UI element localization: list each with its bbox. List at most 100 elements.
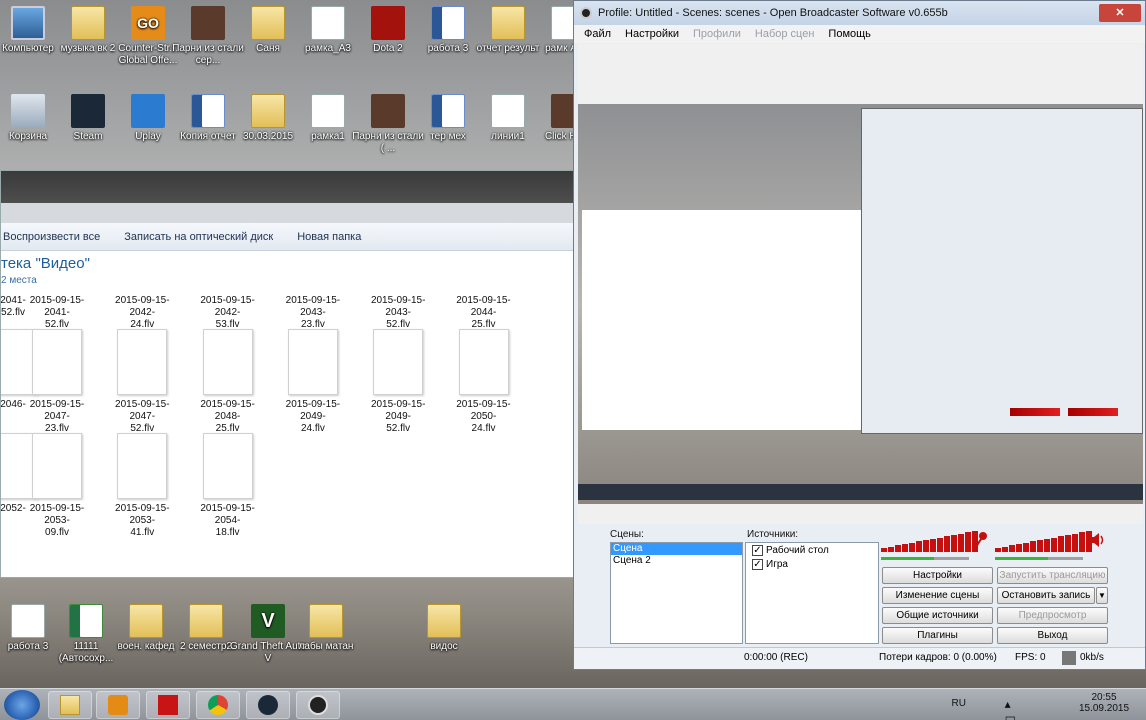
library-locations-link[interactable]: 2 места — [1, 275, 37, 286]
sources-list[interactable]: ✓ Рабочий стол ✓ Игра — [745, 542, 879, 644]
checkbox[interactable]: ✓ — [752, 544, 763, 556]
meter-bar — [1023, 542, 1029, 552]
excel-icon — [69, 604, 103, 638]
source-item[interactable]: ✓ Рабочий стол — [746, 543, 878, 557]
language-indicator[interactable]: RU — [952, 698, 966, 709]
plugins-button[interactable]: Плагины — [882, 627, 993, 644]
video-icon — [371, 94, 405, 128]
word-doc-icon — [191, 94, 225, 128]
document-icon — [311, 94, 345, 128]
meter-bar — [1009, 545, 1015, 552]
steam-icon — [71, 94, 105, 128]
explorer-toolbar: Воспроизвести все Записать на оптический… — [1, 223, 573, 251]
file-icon — [117, 433, 168, 499]
checkbox[interactable]: ✓ — [752, 558, 763, 570]
document-icon — [311, 6, 345, 40]
meter-bar — [916, 541, 922, 552]
file-item[interactable]: 2015-09-15-2049- 24.flv — [273, 329, 353, 435]
taskbar-explorer[interactable] — [48, 691, 92, 719]
recycle-bin-icon — [11, 94, 45, 128]
file-name: 2015-09-15-2043- 52.flv — [370, 295, 426, 330]
desktop-icon-label: видос — [430, 641, 458, 652]
speaker-icon[interactable] — [1088, 531, 1106, 549]
explorer-address-area — [1, 203, 573, 223]
file-item[interactable]: 2015-09-15-2042- 53.flv — [188, 295, 268, 331]
game-icon — [191, 6, 225, 40]
menu-file[interactable]: Файл — [584, 28, 611, 40]
folder-icon — [251, 6, 285, 40]
desktop-icon[interactable]: лабы матан — [288, 604, 364, 653]
file-item[interactable]: 2015-09-15-2049- 52.flv — [358, 329, 438, 435]
settings-button[interactable]: Настройки — [882, 567, 993, 584]
meter-bar — [1051, 537, 1057, 552]
dota-icon — [371, 6, 405, 40]
taskbar: RU ▴ ▭ ◂) 20:55 15.09.2015 — [0, 688, 1146, 720]
meter-bar — [1065, 534, 1071, 552]
start-stream-button[interactable]: Запустить трансляцию — [997, 567, 1108, 584]
taskbar-obs[interactable] — [296, 691, 340, 719]
taskbar-steam[interactable] — [246, 691, 290, 719]
meter-bar — [944, 536, 950, 552]
tray-icons[interactable]: ▴ ▭ ◂) — [1005, 697, 1016, 720]
file-item[interactable]: 2015-09-15-2042- 24.flv — [102, 295, 182, 331]
record-time: 0:00:00 (REC) — [744, 652, 808, 663]
taskbar-pdf[interactable] — [146, 691, 190, 719]
file-item[interactable]: 2015-09-15-2047- 23.flv — [17, 329, 97, 435]
start-button[interactable] — [4, 690, 40, 720]
clock-time: 20:55 — [1091, 692, 1117, 703]
scenes-list[interactable]: Сцена Сцена 2 — [610, 542, 743, 644]
file-item[interactable]: 2015-09-15-2053- 09.flv — [17, 433, 97, 539]
burn-disc-button[interactable]: Записать на оптический диск — [124, 231, 273, 243]
stop-recording-button[interactable]: Остановить запись — [997, 587, 1095, 604]
desktop-icon[interactable]: видос — [406, 604, 482, 653]
file-item[interactable]: 2015-09-15-2043- 23.flv — [273, 295, 353, 331]
taskbar-chrome[interactable] — [196, 691, 240, 719]
file-item[interactable]: 2015-09-15-2050- 24.flv — [444, 329, 524, 435]
meter-bar — [888, 546, 894, 552]
edit-scene-button[interactable]: Изменение сцены — [882, 587, 993, 604]
menu-profiles[interactable]: Профили — [693, 28, 741, 40]
file-name: 2015-09-15-2043- 23.flv — [285, 295, 341, 330]
media-player-icon — [108, 695, 128, 715]
tray-clock[interactable]: 20:55 15.09.2015 — [1078, 692, 1130, 714]
file-item[interactable]: 2015-09-15-2047- 52.flv — [102, 329, 182, 435]
microphone-icon[interactable] — [974, 531, 988, 549]
exit-button[interactable]: Выход — [997, 627, 1108, 644]
scene-item[interactable]: Сцена — [611, 543, 742, 555]
file-item[interactable]: 2015-09-15-2053- 41.flv — [102, 433, 182, 539]
preview-nested-explorer — [582, 210, 865, 430]
taskbar-media[interactable] — [96, 691, 140, 719]
file-item[interactable]: 2015-09-15-2048- 25.flv — [188, 329, 268, 435]
global-sources-button[interactable]: Общие источники — [882, 607, 993, 624]
file-name: 2015-09-15-2049- 24.flv — [285, 399, 341, 434]
obs-window-title: Profile: Untitled - Scenes: scenes - Ope… — [598, 7, 948, 19]
menu-scene-sets[interactable]: Набор сцен — [755, 28, 815, 40]
file-icon — [458, 329, 509, 395]
preview-mini-meter — [1010, 408, 1060, 416]
menu-settings[interactable]: Настройки — [625, 28, 679, 40]
preview-button[interactable]: Предпросмотр — [997, 607, 1108, 624]
stream-preview — [578, 44, 1143, 524]
file-item[interactable]: 2015-09-15-2041- 52.flv — [17, 295, 97, 331]
meter-bar — [1002, 546, 1008, 552]
file-item[interactable]: 2015-09-15-2043- 52.flv — [358, 295, 438, 331]
scene-item[interactable]: Сцена 2 — [611, 555, 742, 567]
document-icon — [11, 604, 45, 638]
file-name: 2015-09-15-2042- 53.flv — [200, 295, 255, 330]
file-item[interactable]: 2015-09-15-2044- 25.flv — [444, 295, 524, 331]
pdf-icon — [158, 695, 178, 715]
word-doc-icon — [431, 94, 465, 128]
file-item[interactable]: 2015-09-15-2054- 18.flv — [188, 433, 268, 539]
obs-status-bar: 0:00:00 (REC) Потери кадров: 0 (0.00%) F… — [574, 647, 1145, 669]
uplay-icon — [131, 94, 165, 128]
new-folder-button[interactable]: Новая папка — [297, 231, 361, 243]
meter-bar — [1072, 533, 1078, 552]
meter-bar — [1030, 541, 1036, 552]
record-dropdown-button[interactable]: ▼ — [1096, 587, 1108, 604]
close-button[interactable]: ✕ — [1099, 4, 1141, 22]
play-all-button[interactable]: Воспроизвести все — [3, 231, 100, 243]
source-item[interactable]: ✓ Игра — [746, 557, 878, 571]
menu-help[interactable]: Помощь — [828, 28, 871, 40]
steam-icon — [258, 695, 278, 715]
document-icon — [491, 94, 525, 128]
